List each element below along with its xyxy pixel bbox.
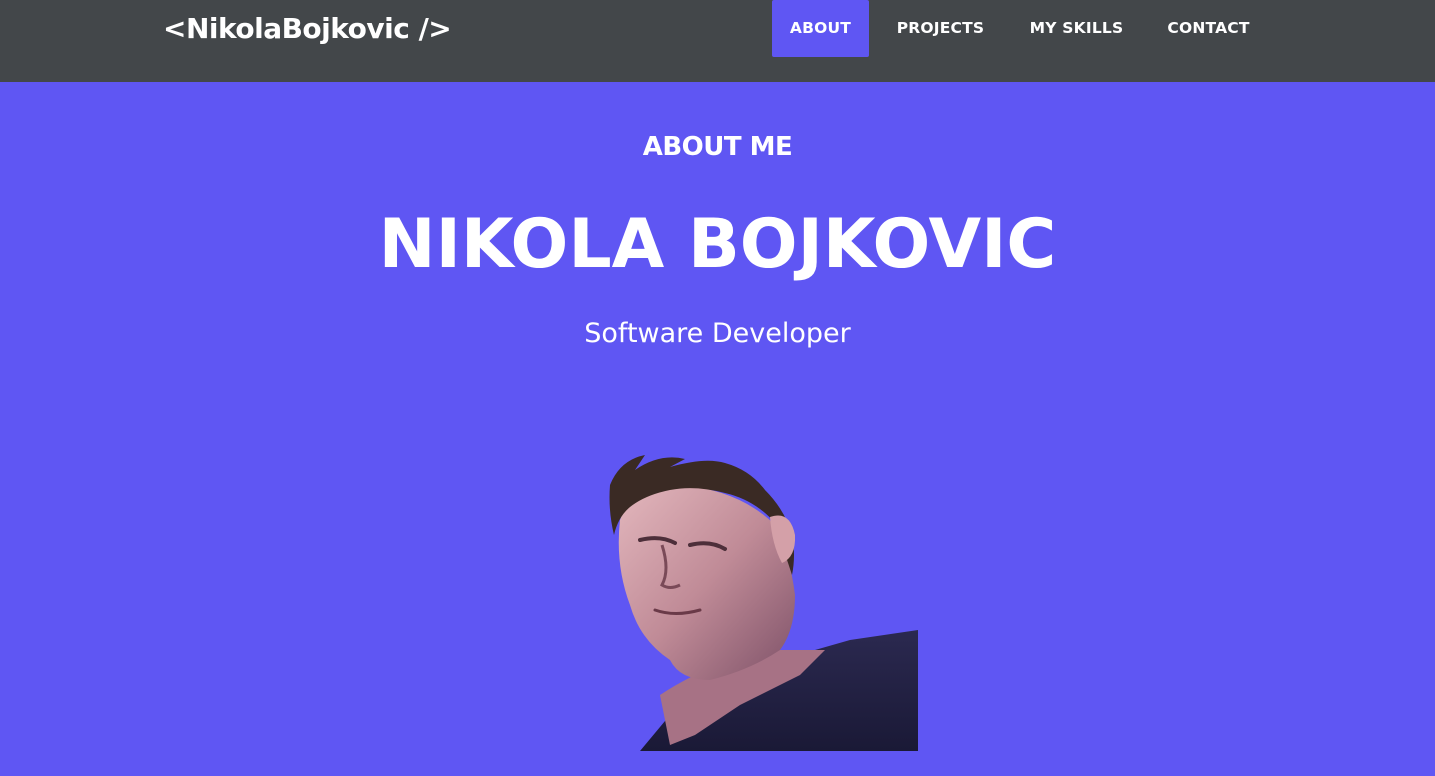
nav-item-projects[interactable]: PROJECTS [877,0,1004,57]
nav-item-about[interactable]: ABOUT [772,0,869,57]
navbar: <NikolaBojkovic /> ABOUT PROJECTS MY SKI… [0,0,1435,82]
nav-item-my-skills[interactable]: MY SKILLS [1012,0,1141,57]
brand-logo-link[interactable]: <NikolaBojkovic /> [163,8,452,50]
profile-photo [609,455,918,751]
hero-role: Software Developer [584,318,851,349]
section-label: ABOUT ME [642,132,793,162]
nav-item-contact[interactable]: CONTACT [1148,0,1269,57]
hero-name: NIKOLA BOJKOVIC [378,205,1057,284]
